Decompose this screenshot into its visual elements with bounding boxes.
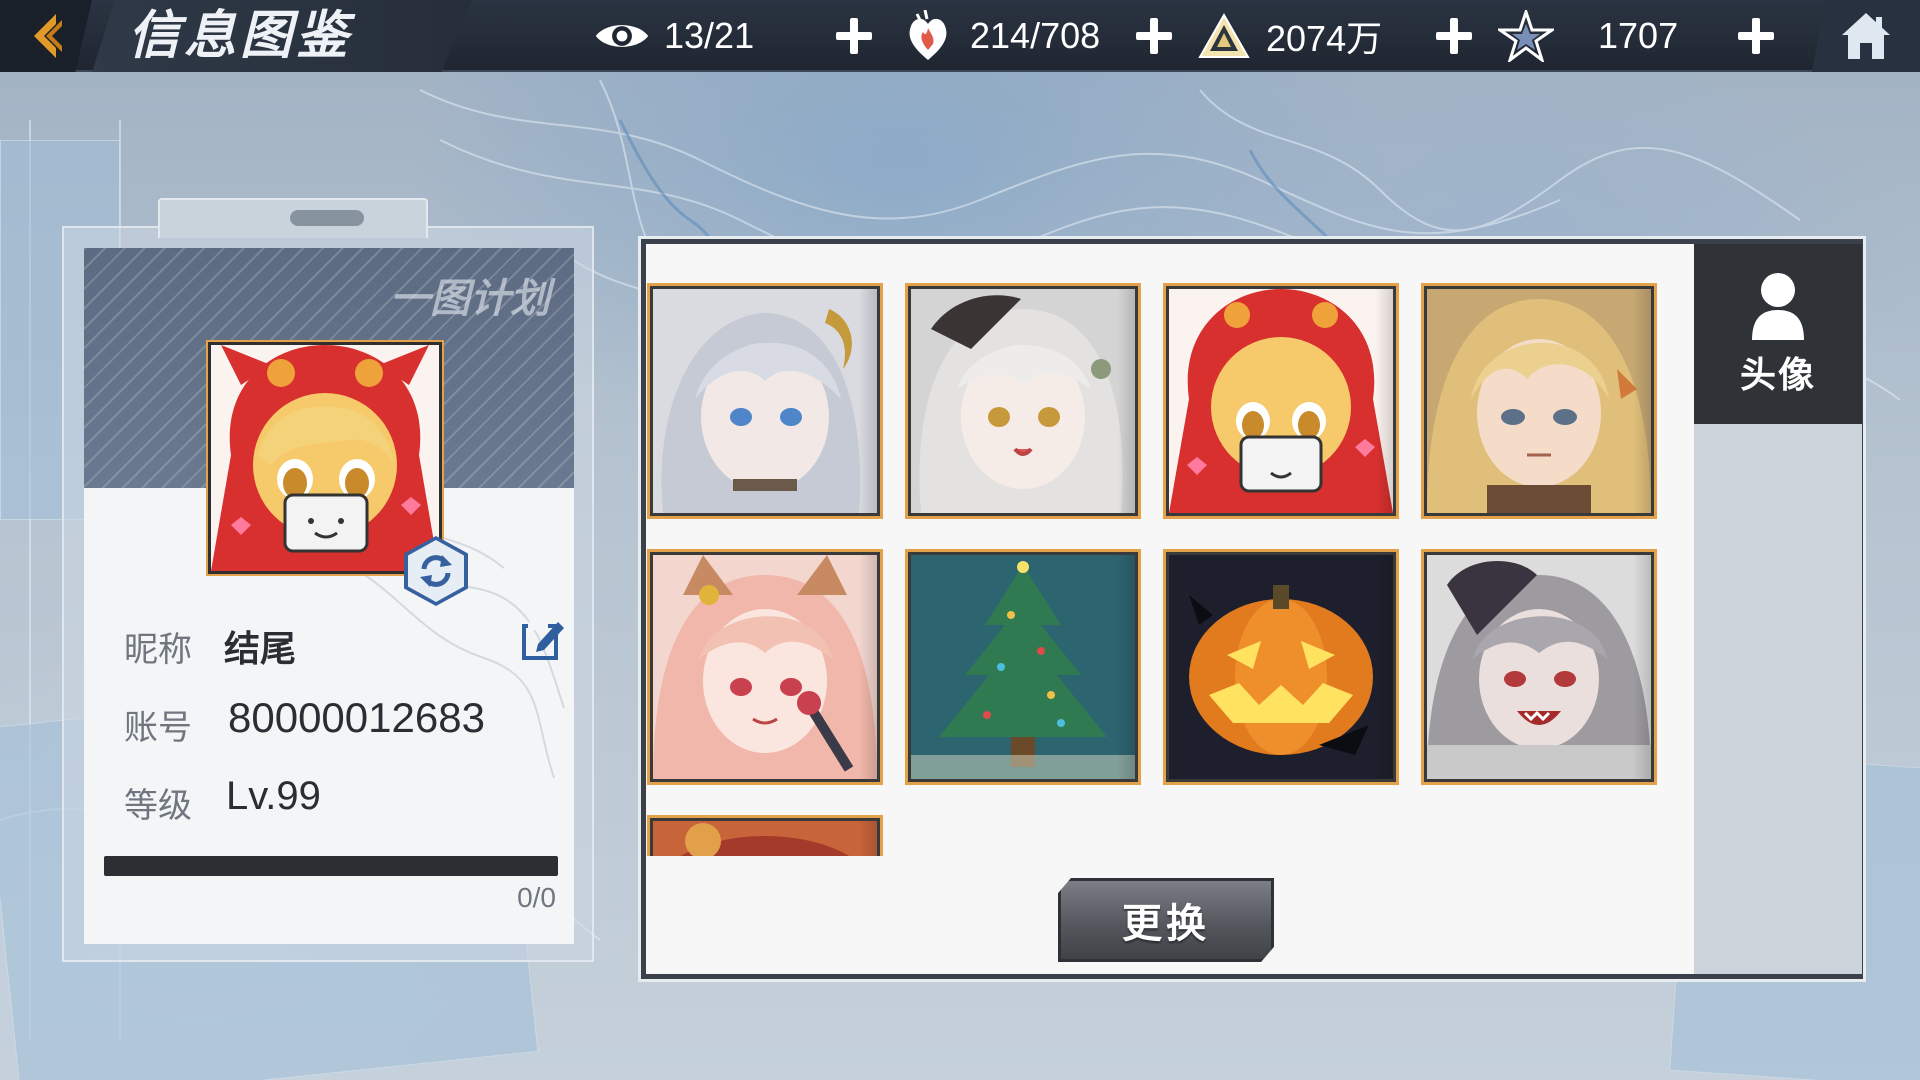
avatar-option-silver-hair[interactable]	[647, 283, 883, 519]
back-button[interactable]	[0, 0, 92, 72]
experience-bar	[104, 856, 558, 876]
resource-value: 13/21	[664, 15, 755, 56]
add-button[interactable]	[1434, 16, 1474, 56]
avatar-option-christmas-tree[interactable]	[905, 549, 1141, 785]
change-avatar-button-face	[408, 540, 464, 602]
resource-visits: 13/21	[594, 0, 754, 72]
resource-stamina: 214/708	[900, 0, 1100, 72]
account-label: 账号	[124, 708, 192, 748]
card-slot	[290, 210, 364, 226]
eye-icon	[594, 8, 650, 64]
add-button[interactable]	[1736, 16, 1776, 56]
level-value: Lv.99	[226, 774, 321, 818]
pyramid-icon	[1196, 8, 1252, 64]
avatar-option-blonde[interactable]	[1421, 283, 1657, 519]
tab-avatar[interactable]: 头像	[1694, 244, 1862, 424]
resource-value: 1707	[1598, 15, 1679, 56]
add-button[interactable]	[834, 16, 874, 56]
current-avatar	[206, 340, 444, 576]
change-button[interactable]: 更换	[1058, 878, 1274, 962]
resource-value: 214/708	[970, 15, 1101, 56]
resource-value: 2074万	[1266, 18, 1383, 59]
game-logo: 一图计划	[390, 275, 550, 322]
resource-currency: 2074万	[1196, 0, 1382, 72]
tab-avatar-label: 头像	[1739, 354, 1816, 396]
avatar-option-grey-hair[interactable]	[1421, 549, 1657, 785]
heart-flame-icon	[900, 8, 956, 64]
user-icon	[1752, 273, 1804, 340]
page-title: 信息图鉴	[128, 5, 353, 66]
nickname-label: 昵称	[124, 630, 192, 670]
account-value: 80000012683	[228, 694, 485, 741]
top-bar: 信息图鉴 13/21 214/708 2074万 1707	[0, 0, 1920, 72]
experience-text: 0/0	[517, 882, 556, 913]
resource-gems: 1707	[1498, 0, 1678, 72]
avatar-option-red-hood[interactable]	[1163, 283, 1399, 519]
avatar-option-white-hair[interactable]	[905, 283, 1141, 519]
avatar-grid	[646, 244, 1694, 856]
edit-icon[interactable]	[520, 618, 564, 662]
avatar-option-pumpkin[interactable]	[1163, 549, 1399, 785]
avatar-option-partial[interactable]	[647, 815, 883, 856]
avatar-option-pink-hair[interactable]	[647, 549, 883, 785]
refresh-icon	[420, 555, 452, 587]
star-badge-icon	[1498, 8, 1554, 64]
change-button-label: 更换	[1122, 900, 1210, 947]
chevron-left-icon	[34, 14, 62, 58]
nickname-value: 结尾	[224, 629, 297, 670]
add-button[interactable]	[1134, 16, 1174, 56]
home-button[interactable]	[1812, 0, 1920, 72]
level-label: 等级	[124, 786, 192, 826]
home-icon	[1842, 13, 1890, 59]
